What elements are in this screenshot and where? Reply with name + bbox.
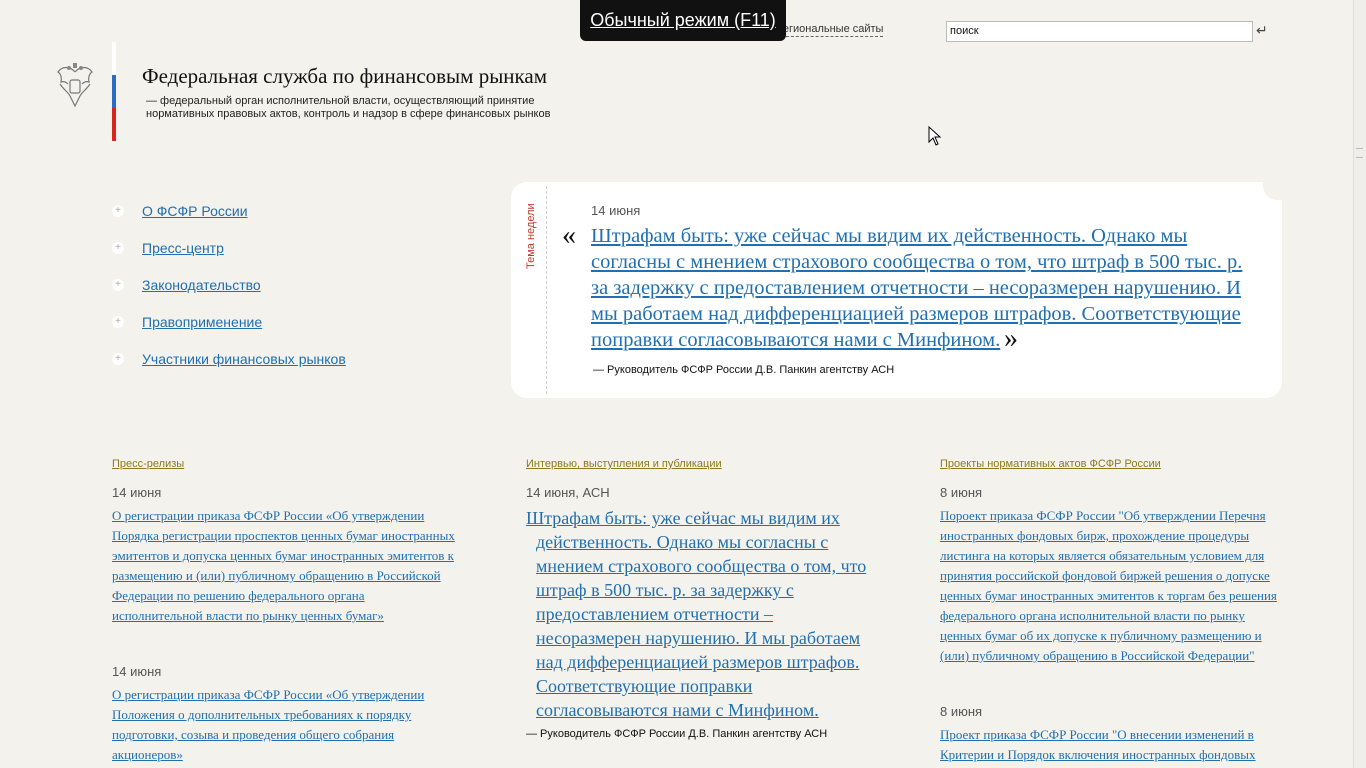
quote-close-mark: » [1004, 323, 1018, 354]
draft-act-link[interactable]: Проект приказа ФСФР России "О внесении и… [940, 725, 1280, 765]
news-date: 14 июня [112, 485, 162, 500]
plus-icon[interactable]: + [112, 316, 124, 328]
fullscreen-notice[interactable]: Обычный режим (F11) [580, 0, 786, 41]
plus-icon[interactable]: + [112, 353, 124, 365]
theme-date: 14 июня [591, 203, 641, 218]
interview-link[interactable]: Штрафам быть: уже сейчас мы видим их дей… [526, 506, 881, 722]
press-release-link[interactable]: О регистрации приказа ФСФР России «Об ут… [112, 685, 442, 765]
site-subtitle: — федеральный орган исполнительной власт… [146, 95, 551, 120]
fullscreen-notice-label: Обычный режим (F11) [590, 10, 776, 30]
quote-open-mark: « [562, 220, 576, 251]
nav-link[interactable]: Участники финансовых рынков [142, 351, 346, 367]
theme-of-week-label: Тема недели [525, 203, 537, 269]
plus-icon[interactable]: + [112, 205, 124, 217]
news-date: 14 июня, АСН [526, 485, 610, 500]
interviews-heading[interactable]: Интервью, выступления и публикации [526, 458, 722, 470]
press-releases-heading[interactable]: Пресс-релизы [112, 458, 184, 470]
coat-of-arms-icon [57, 63, 93, 108]
flag-stripe-white [112, 42, 116, 75]
news-date: 14 июня [112, 664, 162, 679]
theme-source: — Руководитель ФСФР России Д.В. Панкин а… [593, 364, 895, 376]
flag-stripe-blue [112, 75, 116, 108]
draft-act-link[interactable]: Пороект приказа ФСФР России "Об утвержде… [940, 506, 1285, 666]
regional-sites-link[interactable]: Региональные сайты [776, 23, 884, 37]
scrollbar-grip-icon[interactable] [1356, 148, 1363, 158]
site-title[interactable]: Федеральная служба по финансовым рынкам [142, 64, 547, 89]
press-release-link[interactable]: О регистрации приказа ФСФР России «Об ут… [112, 506, 457, 626]
plus-icon[interactable]: + [112, 279, 124, 291]
card-divider [546, 186, 547, 394]
theme-quote-link[interactable]: Штрафам быть: уже сейчас мы видим их дей… [591, 223, 1251, 353]
search-input[interactable] [946, 21, 1253, 42]
news-date: 8 июня [940, 485, 983, 500]
nav-link[interactable]: Законодательство [142, 277, 261, 293]
enter-icon[interactable]: ↵ [1256, 22, 1268, 39]
flag-stripe-red [112, 108, 116, 141]
nav-link[interactable]: О ФСФР России [142, 203, 248, 219]
nav-link[interactable]: Правоприменение [142, 314, 262, 330]
interview-source: — Руководитель ФСФР России Д.В. Панкин а… [526, 728, 828, 740]
nav-link[interactable]: Пресс-центр [142, 240, 224, 256]
draft-acts-heading[interactable]: Проекты нормативных актов ФСФР России [940, 458, 1161, 470]
vertical-scrollbar[interactable] [1353, 0, 1366, 768]
mouse-cursor-icon [928, 126, 942, 146]
plus-icon[interactable]: + [112, 242, 124, 254]
news-date: 8 июня [940, 704, 983, 719]
